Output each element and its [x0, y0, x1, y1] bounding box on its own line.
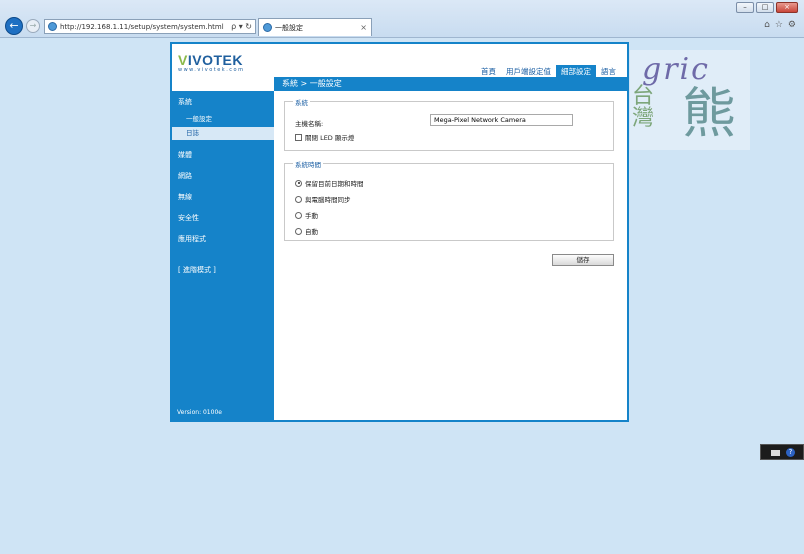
page-title: 系統 > 一般設定	[274, 77, 627, 91]
top-nav: 首頁 用戶端設定值 細部設定 語言	[476, 65, 621, 77]
browser-chrome: – □ × ← → http://192.168.1.11/setup/syst…	[0, 0, 804, 38]
watermark-cjk-big: 熊	[682, 82, 736, 145]
led-label: 關閉 LED 顯示燈	[305, 134, 355, 142]
tools-icon[interactable]: ⚙	[788, 20, 796, 30]
logo-site: www.vivotek.com	[178, 67, 245, 73]
vivotek-logo[interactable]: VIVOTEK www.vivotek.com	[178, 52, 244, 73]
sidebar-item-logs[interactable]: 日誌	[172, 127, 274, 140]
time-fieldset: 系統時間 保留目前日期和時間 與電腦時間同步 手動 自動	[284, 159, 614, 241]
time-option-label: 自動	[305, 228, 318, 236]
forward-button[interactable]: →	[26, 19, 40, 33]
window-buttons: – □ ×	[736, 2, 798, 13]
content-area: 系統 主機名稱: 關閉 LED 顯示燈 系統時間 保留目前日期和時間 與電腦時間…	[274, 91, 627, 420]
camera-config-page: VIVOTEK www.vivotek.com 首頁 用戶端設定值 細部設定 語…	[170, 42, 629, 422]
save-button[interactable]: 儲存	[552, 254, 614, 266]
tray-widget: ?	[760, 444, 804, 460]
maximize-button[interactable]: □	[756, 2, 774, 13]
close-button[interactable]: ×	[776, 2, 798, 13]
nav-client-settings[interactable]: 用戶端設定值	[501, 65, 556, 77]
page-icon	[48, 22, 57, 31]
led-row[interactable]: 關閉 LED 顯示燈	[295, 132, 354, 142]
sidebar-advanced-mode[interactable]: [ 進階模式 ]	[178, 265, 216, 275]
time-option-label: 與電腦時間同步	[305, 196, 351, 204]
logo-brand: VIVOTEK	[178, 52, 244, 68]
sidebar-top-spacer	[172, 77, 274, 91]
address-controls[interactable]: ρ ▾ ↻	[231, 22, 255, 31]
led-checkbox[interactable]	[295, 133, 302, 141]
tab-page-icon	[263, 23, 272, 32]
help-icon[interactable]: ?	[786, 448, 795, 457]
time-option-manual[interactable]: 手動	[295, 210, 318, 220]
logo-v: V	[178, 52, 188, 68]
radio-manual[interactable]	[295, 211, 302, 219]
keyboard-icon[interactable]	[771, 450, 780, 456]
sidebar: 系統 一般設定 日誌 媒體 網路 無線 安全性 應用程式 [ 進階模式 ] Ve…	[172, 91, 274, 420]
time-option-label: 保留目前日期和時間	[305, 180, 364, 188]
sidebar-item-system[interactable]: 系統	[178, 97, 192, 107]
tab-close-icon[interactable]: ×	[360, 23, 367, 32]
address-bar[interactable]: http://192.168.1.11/setup/system/system.…	[44, 19, 256, 34]
radio-keep[interactable]	[295, 179, 302, 187]
sidebar-item-wireless[interactable]: 無線	[178, 192, 192, 202]
favorites-icon[interactable]: ☆	[775, 20, 783, 30]
firmware-version: Version: 0100e	[177, 409, 222, 416]
sidebar-item-applications[interactable]: 應用程式	[178, 234, 206, 244]
sidebar-item-network[interactable]: 網路	[178, 171, 192, 181]
host-name-label: 主機名稱:	[295, 120, 324, 128]
radio-auto[interactable]	[295, 227, 302, 235]
nav-language[interactable]: 語言	[596, 65, 621, 77]
address-url[interactable]: http://192.168.1.11/setup/system/system.…	[60, 23, 228, 31]
host-name-input[interactable]	[430, 114, 573, 126]
back-button[interactable]: ←	[5, 17, 23, 35]
time-option-keep[interactable]: 保留目前日期和時間	[295, 178, 364, 188]
time-option-label: 手動	[305, 212, 318, 220]
page-header: VIVOTEK www.vivotek.com 首頁 用戶端設定值 細部設定 語…	[172, 44, 627, 77]
time-legend: 系統時間	[293, 159, 323, 169]
sidebar-item-general[interactable]: 一般設定	[172, 113, 274, 126]
system-fieldset: 系統 主機名稱: 關閉 LED 顯示燈	[284, 97, 614, 151]
toolbar-icons: ⌂ ☆ ⚙	[764, 20, 796, 30]
system-legend: 系統	[293, 97, 310, 107]
radio-sync-pc[interactable]	[295, 195, 302, 203]
time-option-sync-pc[interactable]: 與電腦時間同步	[295, 194, 351, 204]
logo-text: IVOTEK	[187, 52, 243, 68]
nav-home[interactable]: 首頁	[476, 65, 501, 77]
nav-configuration[interactable]: 細部設定	[556, 65, 596, 77]
watermark: gric 台灣 熊	[630, 50, 750, 150]
tab-title: 一般設定	[275, 23, 303, 32]
minimize-button[interactable]: –	[736, 2, 754, 13]
sidebar-item-media[interactable]: 媒體	[178, 150, 192, 160]
browser-tab[interactable]: 一般設定 ×	[258, 18, 372, 36]
time-option-auto[interactable]: 自動	[295, 226, 318, 236]
home-icon[interactable]: ⌂	[764, 20, 770, 30]
sidebar-item-security[interactable]: 安全性	[178, 213, 199, 223]
watermark-cjk-small: 台灣	[632, 84, 655, 131]
